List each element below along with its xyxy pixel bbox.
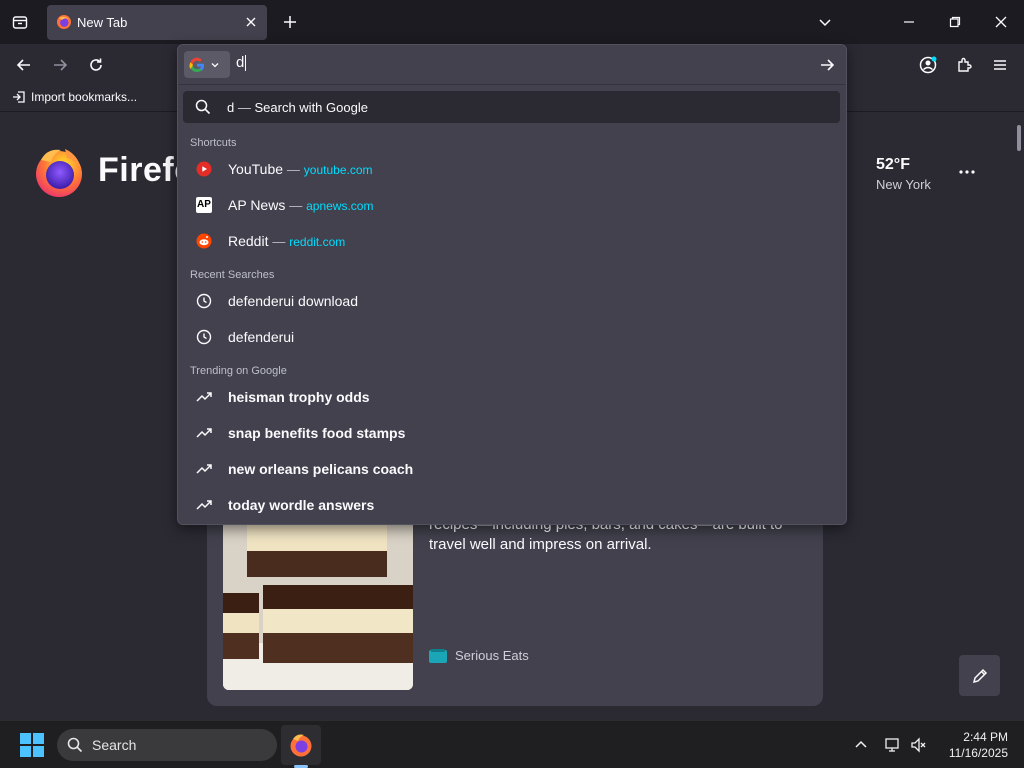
heuristic-separator: — [237, 100, 251, 115]
tab-title: New Tab [77, 15, 128, 30]
tab-strip: New Tab [0, 0, 1024, 44]
urlbar-popup: d d — Search with Google Shortcuts YouTu… [177, 44, 847, 525]
arrow-right-icon[interactable] [816, 54, 838, 76]
firefox-icon [290, 734, 312, 757]
group-label-shortcuts: Shortcuts [190, 137, 237, 149]
trending-title: new orleans pelicans coach [228, 461, 414, 477]
close-window-icon[interactable] [990, 11, 1012, 33]
tab-new-tab[interactable]: New Tab [47, 5, 267, 40]
weather-location[interactable]: New York [876, 177, 931, 192]
taskbar-firefox[interactable] [281, 725, 321, 765]
taskbar-clock[interactable]: 2:44 PM 11/16/2025 [940, 729, 1008, 761]
trending-icon [196, 389, 212, 405]
chevron-up-icon[interactable] [851, 735, 871, 755]
urlbar-input[interactable]: d [236, 54, 796, 76]
search-engine-button[interactable] [184, 51, 230, 78]
trending-title: today wordle answers [228, 497, 375, 513]
urlbar-value: d [236, 54, 245, 71]
forward-icon[interactable] [48, 53, 72, 77]
import-bookmarks-label: Import bookmarks... [31, 90, 138, 104]
trending-row[interactable]: new orleans pelicans coach [183, 452, 840, 486]
urlbar-input-row: d [178, 45, 846, 85]
recent-search-row[interactable]: defenderui download [183, 284, 840, 318]
trending-icon [196, 461, 212, 477]
taskbar: Search 2:44 PM 11/16/2025 [0, 720, 1024, 768]
weather-temperature[interactable]: 52°F [876, 156, 910, 174]
heuristic-text: d — Search with Google [227, 100, 368, 115]
hamburger-menu-icon[interactable] [988, 53, 1012, 77]
network-icon[interactable] [883, 735, 903, 755]
trending-row[interactable]: snap benefits food stamps [183, 416, 840, 450]
shortcut-title: YouTube — youtube.com [228, 161, 373, 177]
story-source-label: Serious Eats [455, 648, 529, 663]
account-icon[interactable] [916, 53, 940, 77]
chevron-down-icon[interactable] [814, 11, 836, 33]
trending-row[interactable]: today wordle answers [183, 488, 840, 522]
scrollbar-thumb[interactable] [1017, 125, 1021, 151]
search-icon [67, 737, 83, 753]
heuristic-query: d [227, 100, 235, 115]
search-with-google-row[interactable]: d — Search with Google [183, 91, 840, 123]
reddit-icon [196, 233, 212, 249]
apnews-badge: AP [197, 199, 211, 210]
trending-icon [196, 497, 212, 513]
shortcut-youtube[interactable]: YouTube — youtube.com [183, 152, 840, 186]
minimize-icon[interactable] [898, 11, 920, 33]
history-icon [196, 293, 212, 309]
shortcut-title: AP News — apnews.com [228, 197, 374, 213]
heuristic-action: Search with Google [254, 100, 368, 115]
import-icon [13, 91, 25, 103]
customize-button[interactable] [959, 655, 1000, 696]
google-icon [189, 57, 204, 72]
shortcut-apnews[interactable]: AP AP News — apnews.com [183, 188, 840, 222]
trending-icon [196, 425, 212, 441]
taskbar-search-label: Search [92, 737, 137, 753]
chevron-down-icon [211, 62, 219, 67]
youtube-icon [196, 161, 212, 177]
story-source: Serious Eats [429, 648, 529, 663]
search-icon [195, 99, 211, 115]
plus-icon[interactable] [279, 11, 301, 33]
shortcut-reddit[interactable]: Reddit — reddit.com [183, 224, 840, 258]
group-label-trending: Trending on Google [190, 365, 287, 377]
trending-row[interactable]: heisman trophy odds [183, 380, 840, 414]
extensions-icon[interactable] [952, 53, 976, 77]
history-icon [196, 329, 212, 345]
apnews-icon: AP [196, 197, 212, 213]
clock-time: 2:44 PM [963, 730, 1008, 744]
back-icon[interactable] [12, 53, 36, 77]
tab-list-icon[interactable] [8, 10, 32, 34]
import-bookmarks-button[interactable]: Import bookmarks... [12, 90, 137, 104]
recent-search-title: defenderui [228, 329, 295, 345]
clock-date: 11/16/2025 [948, 746, 1008, 760]
group-label-recent: Recent Searches [190, 269, 275, 281]
maximize-icon[interactable] [944, 11, 966, 33]
taskbar-search[interactable]: Search [57, 729, 277, 761]
reload-icon[interactable] [84, 53, 108, 77]
trending-title: snap benefits food stamps [228, 425, 406, 441]
more-options-icon[interactable] [956, 161, 978, 183]
firefox-logo-icon [36, 149, 82, 197]
shortcut-title: Reddit — reddit.com [228, 233, 346, 249]
close-icon[interactable] [243, 14, 259, 30]
recent-search-title: defenderui download [228, 293, 358, 309]
firefox-icon [57, 15, 71, 29]
windows-start-icon[interactable] [20, 733, 44, 757]
pencil-icon [972, 668, 987, 683]
recent-search-row[interactable]: defenderui [183, 320, 840, 354]
serious-eats-icon [429, 648, 447, 663]
text-caret [245, 55, 247, 72]
volume-muted-icon[interactable] [909, 735, 929, 755]
trending-title: heisman trophy odds [228, 389, 370, 405]
